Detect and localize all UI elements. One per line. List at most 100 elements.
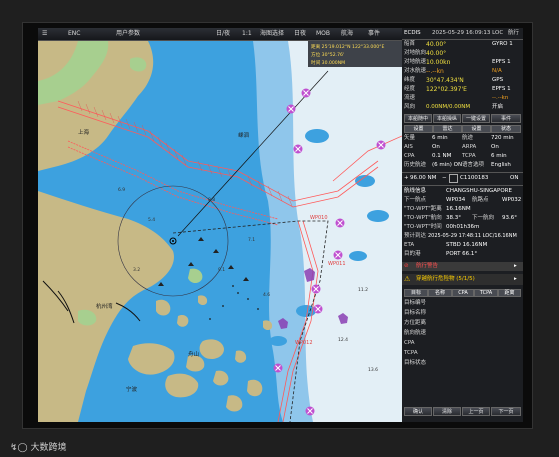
setting-value[interactable]: 0.1 NM [432, 153, 451, 160]
nav-label: 流速 [404, 95, 416, 101]
data-panel: ECDIS 2025-05-29 16:09:13 LOC 航行 船首 40.0… [402, 28, 523, 422]
toolbar-user-params[interactable]: 用户参数 [116, 29, 140, 38]
depth-label: 8.8 [208, 197, 215, 203]
expand-icon: ▸ [514, 276, 517, 282]
nav-value: 30°47.434'N [426, 77, 464, 84]
range-plus-icon[interactable]: + [404, 175, 409, 182]
nav-value: 40.00° [426, 50, 447, 57]
route-key: ETA [404, 242, 415, 248]
toolbar-scale[interactable]: 1:1 [242, 29, 252, 38]
own-ship-center-button[interactable]: 本船随中 [404, 114, 432, 123]
scale-checkbox[interactable] [449, 174, 458, 183]
route-value: 93.6° [502, 215, 517, 221]
depth-spot [349, 251, 367, 261]
depth-spot [305, 129, 329, 143]
route-key: 下一航点 [404, 197, 427, 203]
nav-value: --.--kn [426, 68, 444, 75]
clear-button[interactable]: 清除 [433, 407, 461, 416]
danger-icon [311, 284, 321, 294]
danger-icon [305, 406, 315, 416]
target-row-label: 航向航速 [404, 330, 427, 336]
route-key: "TO-WPT"航向 [404, 215, 442, 221]
top-toolbar: ☰ ENC 用户参数 日/夜 1:1 海图选择 日夜 MOB 航海 事件 [38, 28, 402, 41]
toolbar-day-night[interactable]: 日/夜 [216, 29, 230, 38]
toolbar-enc[interactable]: ENC [68, 29, 80, 38]
quick-setup-button[interactable]: 一键设置 [462, 114, 490, 123]
nav-label: 对地航速 [404, 59, 427, 65]
own-ship-center [172, 240, 174, 242]
depth-label: 5.4 [148, 217, 155, 223]
route-value: 38.3° [446, 215, 461, 221]
waypoint-label: WP011 [328, 261, 346, 267]
settings-header: 雷达 [433, 125, 462, 133]
danger-icon [313, 304, 323, 314]
nav-value: 122°02.397'E [426, 86, 467, 93]
setting-label: 历史航迹 [404, 162, 427, 168]
chart-canvas[interactable]: 杭州湾 嵊泗 舟山 宁波 上海 WP010 WP011 WP012 6.9 8.… [38, 41, 402, 422]
route-value: 00h01h36m [446, 224, 480, 230]
setting-value[interactable]: 6 min [491, 153, 507, 160]
toolbar-palette[interactable]: 日夜 [294, 29, 306, 38]
route-value: 2025-05-29 17:48:11 LOC/16.16NM [428, 233, 517, 239]
toolbar-chart-select[interactable]: 海图选择 [260, 29, 284, 38]
setting-value[interactable]: English [491, 162, 511, 169]
nav-label: 风向 [404, 104, 416, 110]
chart-view[interactable]: 杭州湾 嵊泗 舟山 宁波 上海 WP010 WP011 WP012 6.9 8.… [38, 41, 402, 422]
chart-scale-ratio: C1100183 [460, 175, 489, 181]
targets-header: 名称 [428, 289, 452, 297]
place-label: 上海 [78, 128, 90, 136]
setting-value[interactable]: 6 min [432, 135, 448, 142]
target-row-label: 目标编号 [404, 300, 427, 306]
toolbar-navigation[interactable]: 航海 [341, 29, 353, 38]
place-label: 杭州湾 [96, 302, 113, 310]
acknowledge-button[interactable]: 确认 [404, 407, 432, 416]
setting-value[interactable]: On [432, 144, 440, 151]
route-value: WP032 [502, 197, 522, 203]
scale-mode[interactable]: ON [510, 175, 518, 182]
setting-value[interactable]: 720 min [491, 135, 514, 142]
setting-value[interactable]: (6 min) ON [432, 162, 462, 169]
island [177, 314, 189, 327]
settings-header: 设置 [462, 125, 491, 133]
danger-icon [293, 144, 303, 154]
toolbar-event[interactable]: 事件 [368, 29, 380, 38]
setting-label: 语言选项 [462, 162, 485, 168]
route-value: STBD 16.16NM [446, 242, 488, 248]
nav-value: 40.00° [426, 41, 447, 48]
danger-icon [286, 104, 296, 114]
prev-page-button[interactable]: 上一页 [462, 407, 490, 416]
nav-label: 对水航速 [404, 68, 427, 74]
target-row-label: TCPA [404, 350, 418, 356]
depth-label: 9.1 [218, 267, 225, 273]
danger-icon [333, 250, 343, 260]
alarm-text-1: 航行警告 [416, 263, 439, 269]
settings-header: 状态 [491, 125, 521, 133]
route-key: 航路点 [472, 197, 489, 203]
nav-source: EPFS 1 [492, 59, 511, 65]
watermark: ↯◯ 大数跨境 [10, 440, 67, 453]
depth-spot [269, 336, 287, 346]
expand-icon: ▸ [514, 263, 517, 269]
targets-header: 距离 [498, 289, 521, 297]
range-minus-icon[interactable]: − [442, 175, 447, 182]
route-key: "TO-WPT"时间 [404, 224, 442, 230]
cursor-readout-line3: 时间 30.000NM [311, 59, 345, 66]
place-label: 舟山 [188, 350, 199, 358]
nav-label: 对地航向 [404, 50, 427, 56]
danger-icon [301, 88, 311, 98]
alarm-icon: ⊘ [404, 263, 409, 269]
toolbar-menu-icon[interactable]: ☰ [42, 29, 47, 38]
settings-header: 设置 [404, 125, 433, 133]
route-key: 下一航向 [472, 215, 495, 221]
setting-value[interactable]: On [491, 144, 499, 151]
event-button[interactable]: 事件 [491, 114, 521, 123]
nav-source: GPS [492, 77, 504, 83]
depth-label: 7.1 [248, 237, 255, 243]
alarm-bar-1[interactable]: ⊘ 航行警告 ▸ [402, 262, 523, 271]
next-page-button[interactable]: 下一页 [491, 407, 521, 416]
range-value: 96.00 NM [410, 175, 437, 181]
own-ship-control-button[interactable]: 本船操纵 [433, 114, 461, 123]
toolbar-mob[interactable]: MOB [316, 29, 330, 38]
alarm-bar-2[interactable]: ⚠ 穿越航行危险物 (5/1/5) ▸ [402, 274, 523, 285]
nav-label: 纬度 [404, 77, 416, 83]
